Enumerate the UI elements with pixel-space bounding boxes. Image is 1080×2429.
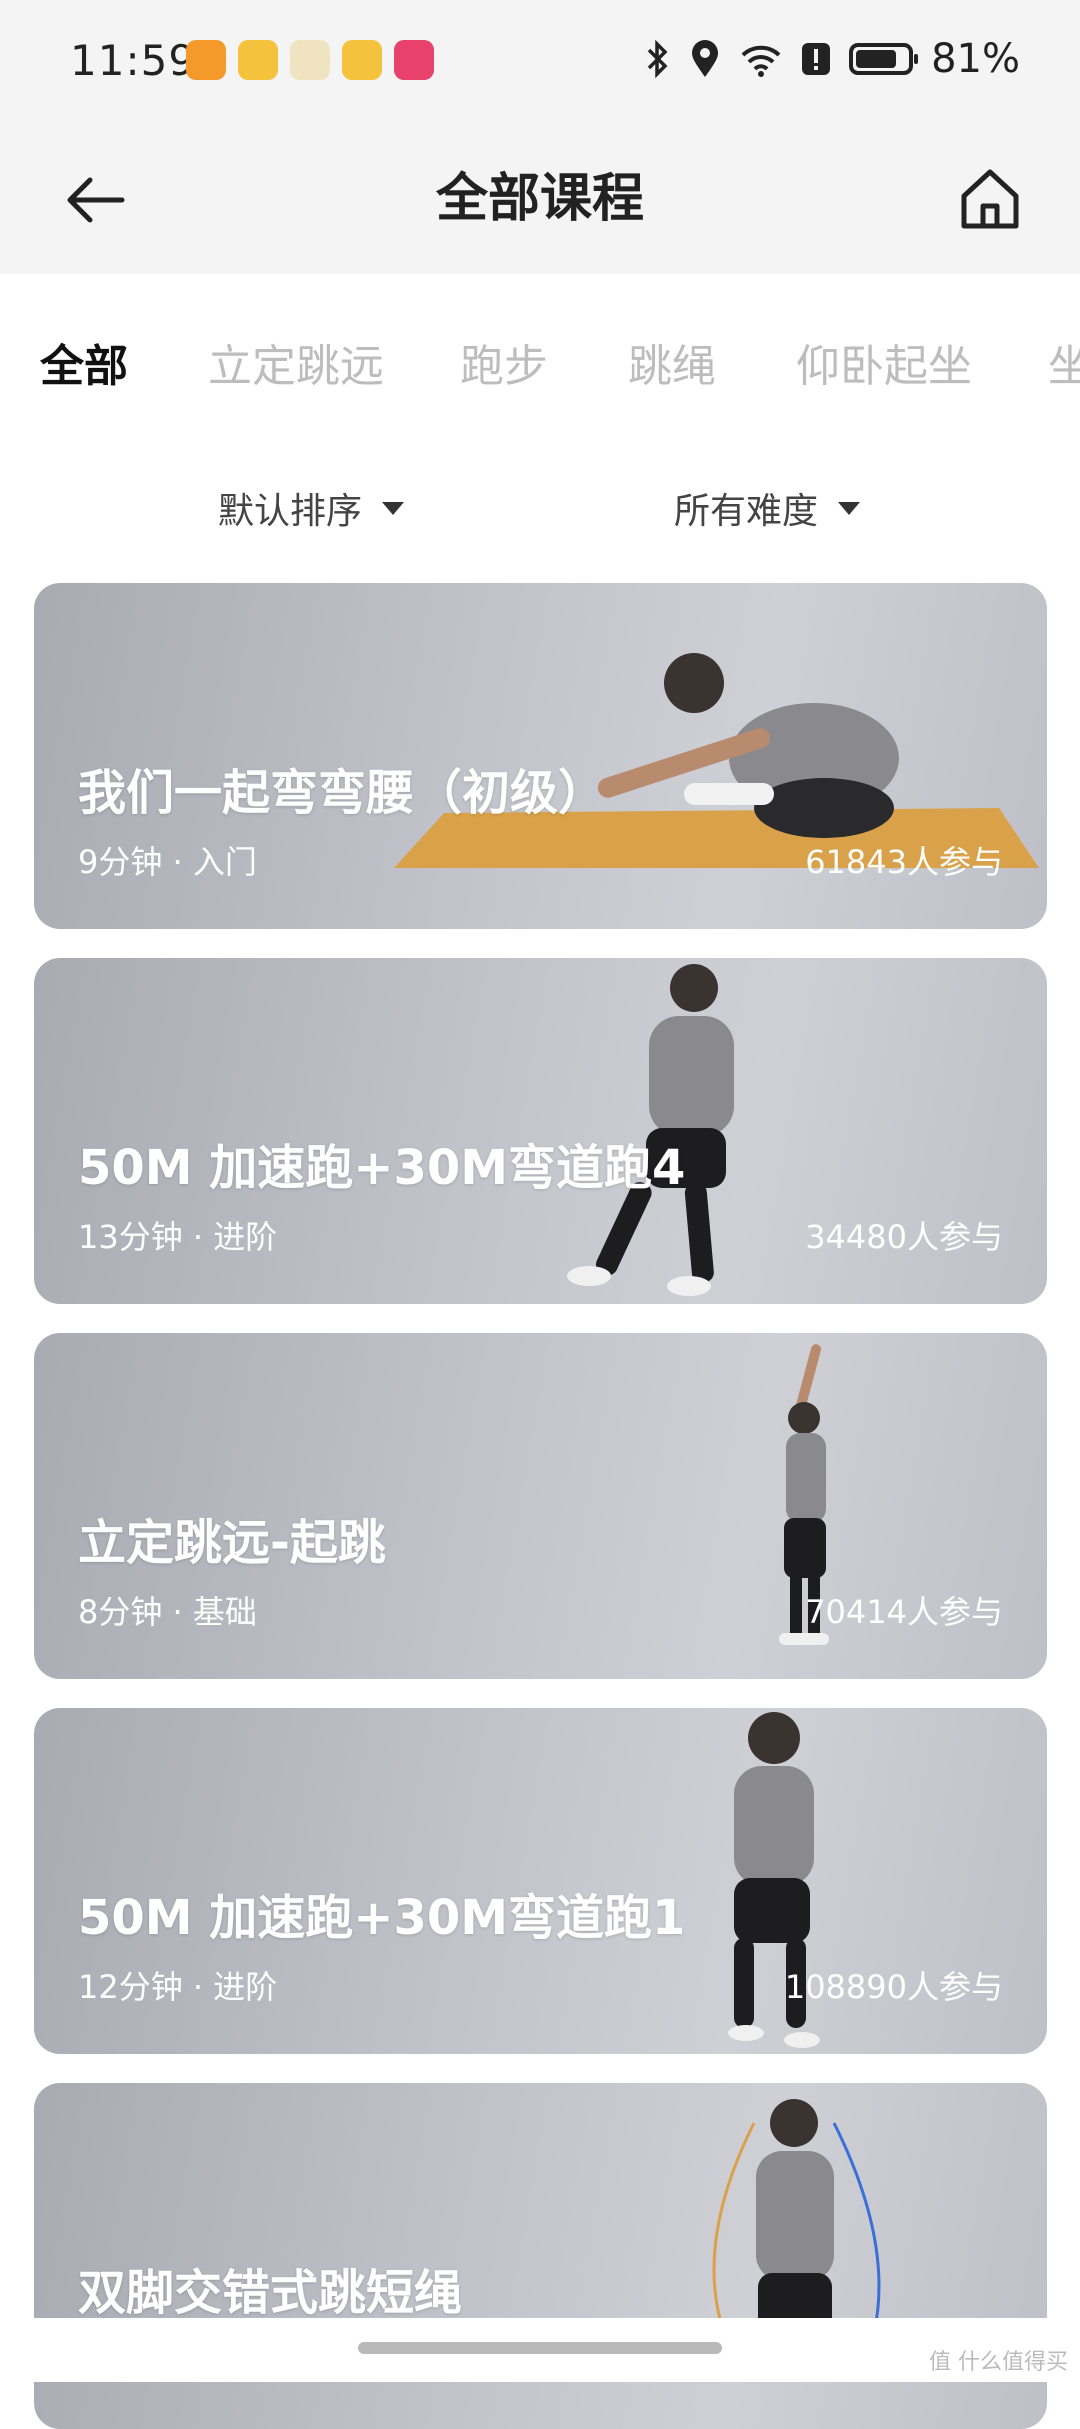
location-icon [692, 40, 719, 77]
caret-down-icon [838, 501, 861, 515]
course-title: 双脚交错式跳短绳 [78, 2265, 463, 2321]
status-bar: 11:59 81% [0, 0, 1080, 120]
course-meta: 8分钟 · 基础 [78, 1593, 257, 1631]
honor-notification-icon [290, 40, 330, 80]
course-meta: 12分钟 · 进阶 [78, 1968, 278, 2006]
participant-count: 108890人参与 [784, 1968, 1003, 2006]
system-status: 81% [645, 36, 1020, 82]
difficulty-label: 所有难度 [674, 491, 819, 532]
app-header: 全部课程 [0, 120, 1080, 274]
course-title: 我们一起弯弯腰（初级） [78, 765, 607, 821]
tab-all[interactable]: 全部 [40, 330, 128, 394]
home-indicator[interactable] [358, 2342, 722, 2354]
course-card[interactable]: 50M 加速跑+30M弯道跑4 13分钟 · 进阶 34480人参与 [34, 958, 1047, 1304]
tab-sit-ups[interactable]: 仰卧起坐 [796, 330, 972, 394]
course-meta: 13分钟 · 进阶 [78, 1218, 278, 1256]
app-notification-icon [186, 40, 226, 80]
course-card[interactable]: 立定跳远-起跳 8分钟 · 基础 70414人参与 [34, 1333, 1047, 1679]
category-tabs: 全部 立定跳远 跑步 跳绳 仰卧起坐 坐 [0, 300, 1080, 410]
caret-down-icon [382, 501, 405, 515]
course-title: 立定跳远-起跳 [78, 1515, 386, 1571]
battery-icon [849, 43, 919, 75]
tab-running[interactable]: 跑步 [460, 330, 548, 394]
tab-sitting[interactable]: 坐 [1048, 330, 1080, 394]
home-icon [961, 169, 1019, 229]
watermark-text: 值 什么值得买 [929, 2350, 1068, 2375]
difficulty-dropdown[interactable]: 所有难度 [674, 482, 861, 534]
tab-jump-rope[interactable]: 跳绳 [628, 330, 716, 394]
home-button[interactable] [950, 160, 1030, 240]
shopping-notification-icon [394, 40, 434, 80]
course-card[interactable]: 50M 加速跑+30M弯道跑1 12分钟 · 进阶 108890人参与 [34, 1708, 1047, 2054]
bluetooth-icon [647, 39, 668, 79]
alert-icon [802, 43, 831, 75]
participant-count: 70414人参与 [805, 1593, 1003, 1631]
sort-label: 默认排序 [218, 491, 363, 532]
course-meta: 9分钟 · 入门 [78, 843, 257, 881]
participant-count: 61843人参与 [805, 843, 1003, 881]
status-time: 11:59 [70, 36, 197, 85]
page-title: 全部课程 [435, 169, 644, 229]
notification-icons [186, 40, 434, 80]
battery-percentage: 81% [931, 36, 1020, 82]
course-title: 50M 加速跑+30M弯道跑4 [78, 1140, 686, 1196]
course-title: 50M 加速跑+30M弯道跑1 [78, 1890, 686, 1946]
weibo-notification-icon [238, 40, 278, 80]
sort-dropdown[interactable]: 默认排序 [218, 482, 405, 534]
weibo-notification-icon [342, 40, 382, 80]
filter-bar: 默认排序 所有难度 [0, 470, 1080, 550]
participant-count: 34480人参与 [805, 1218, 1003, 1256]
tab-standing-long-jump[interactable]: 立定跳远 [208, 330, 384, 394]
wifi-icon [741, 45, 781, 77]
course-card[interactable]: 我们一起弯弯腰（初级） 9分钟 · 入门 61843人参与 [34, 583, 1047, 929]
